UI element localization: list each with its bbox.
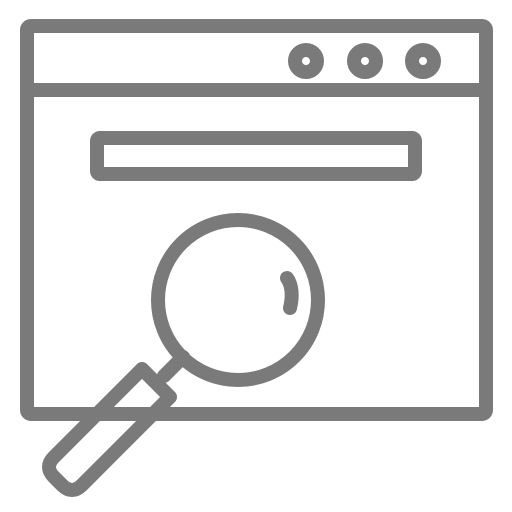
window-dot-icon xyxy=(347,43,383,79)
lens-glare xyxy=(280,271,299,315)
magnifier-handle xyxy=(42,362,177,497)
browser-search-illustration xyxy=(20,19,493,497)
window-dot-icon xyxy=(288,43,324,79)
search-bar-icon xyxy=(90,131,422,181)
window-dot-icon xyxy=(405,43,441,79)
magnifying-glass-icon xyxy=(42,213,325,497)
window-controls xyxy=(288,43,441,79)
browser-window-search-icon xyxy=(0,0,512,512)
magnifier-neck xyxy=(157,350,190,383)
